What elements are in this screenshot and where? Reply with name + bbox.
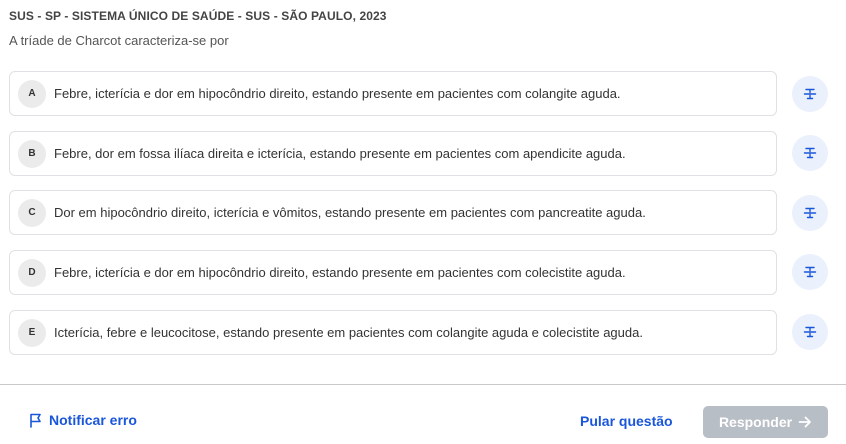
strike-option-b-button[interactable] bbox=[792, 135, 828, 171]
option-a[interactable]: A Febre, icterícia e dor em hipocôndrio … bbox=[9, 71, 777, 116]
strike-option-d-button[interactable] bbox=[792, 254, 828, 290]
option-letter: A bbox=[18, 79, 46, 108]
option-text: Febre, icterícia e dor em hipocôndrio di… bbox=[54, 86, 621, 101]
arrow-right-icon bbox=[798, 416, 811, 428]
answer-label: Responder bbox=[718, 414, 793, 430]
strikethrough-icon bbox=[803, 147, 817, 159]
option-text: Febre, dor em fossa ilíaca direita e ict… bbox=[54, 146, 626, 161]
strikethrough-icon bbox=[803, 207, 817, 219]
strikethrough-icon bbox=[803, 266, 817, 278]
report-error-button[interactable]: Notificar erro bbox=[29, 412, 137, 428]
strikethrough-icon bbox=[803, 88, 817, 100]
question-source: SUS - SP - SISTEMA ÚNICO DE SAÚDE - SUS … bbox=[9, 9, 387, 23]
flag-icon bbox=[30, 413, 41, 428]
option-e[interactable]: E Icterícia, febre e leucocitose, estand… bbox=[9, 310, 777, 355]
option-text: Icterícia, febre e leucocitose, estando … bbox=[54, 325, 643, 340]
strikethrough-icon bbox=[803, 326, 817, 338]
question-statement: A tríade de Charcot caracteriza-se por bbox=[9, 33, 229, 48]
skip-question-button[interactable]: Pular questão bbox=[580, 413, 673, 429]
option-c[interactable]: C Dor em hipocôndrio direito, icterícia … bbox=[9, 190, 777, 235]
option-text: Dor em hipocôndrio direito, icterícia e … bbox=[54, 205, 646, 220]
strike-option-a-button[interactable] bbox=[792, 76, 828, 112]
option-letter: D bbox=[18, 258, 46, 287]
option-b[interactable]: B Febre, dor em fossa ilíaca direita e i… bbox=[9, 131, 777, 176]
option-d[interactable]: D Febre, icterícia e dor em hipocôndrio … bbox=[9, 250, 777, 295]
footer-divider bbox=[0, 384, 846, 385]
strike-option-c-button[interactable] bbox=[792, 195, 828, 231]
option-text: Febre, icterícia e dor em hipocôndrio di… bbox=[54, 265, 626, 280]
option-letter: B bbox=[18, 139, 46, 168]
report-error-label: Notificar erro bbox=[49, 412, 137, 428]
option-letter: C bbox=[18, 198, 46, 227]
strike-option-e-button[interactable] bbox=[792, 314, 828, 350]
answer-button[interactable]: Responder bbox=[703, 406, 828, 438]
option-letter: E bbox=[18, 318, 46, 347]
